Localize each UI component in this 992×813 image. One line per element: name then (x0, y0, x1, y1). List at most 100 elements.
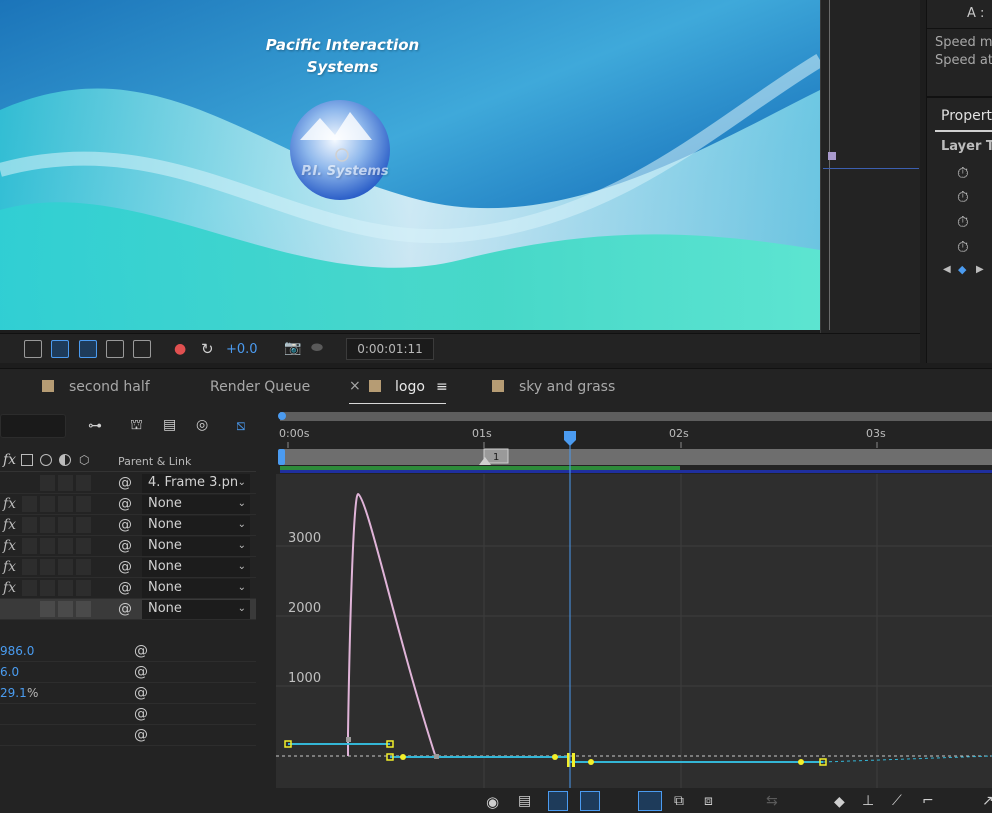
auto-bezier-icon[interactable]: ⌐ (922, 793, 934, 809)
switch-cell[interactable] (40, 496, 55, 512)
switch-cell[interactable] (76, 496, 91, 512)
property-row[interactable]: 986.0 @ (0, 641, 256, 662)
stopwatch-icon[interactable]: ⏱ (957, 213, 969, 231)
pick-whip-icon[interactable]: @ (134, 727, 148, 743)
show-transform-box-icon[interactable] (548, 791, 568, 811)
parent-select[interactable]: None ⌄ (142, 579, 250, 598)
fit-all-icon[interactable]: ⧈ (704, 793, 713, 809)
time-navigator-start-handle[interactable] (278, 412, 286, 420)
bezier-handle[interactable] (588, 759, 594, 765)
tab-menu-icon[interactable]: ≡ (436, 379, 448, 395)
graph-area[interactable] (276, 474, 992, 788)
switch-cell[interactable] (40, 517, 55, 533)
fx-column-icon[interactable]: fx (3, 452, 16, 468)
property-row[interactable]: 6.0 @ (0, 662, 256, 683)
layer-row-selected[interactable]: @ None ⌄ (0, 599, 256, 620)
switch-cell[interactable] (76, 580, 91, 596)
parent-select[interactable]: None ⌄ (142, 600, 250, 619)
switch-cell[interactable] (58, 538, 73, 554)
keyframe-diamond-icon[interactable]: ◆ (958, 263, 966, 276)
linear-keyframe-icon[interactable]: ⟋ (892, 793, 902, 809)
reset-exposure-icon[interactable]: ↻ (201, 340, 214, 358)
snap-icon[interactable] (580, 791, 600, 811)
switch-cell[interactable] (76, 559, 91, 575)
property-value[interactable]: 29.1 (0, 686, 27, 700)
motion-blur-icon[interactable]: ◎ (196, 417, 208, 433)
tab-sky-and-grass[interactable]: sky and grass (519, 379, 615, 395)
frame-blend-column-icon[interactable] (21, 454, 33, 466)
layer-transform-section[interactable]: Layer Tr (941, 139, 992, 154)
switch-cell[interactable] (58, 601, 73, 617)
bezier-handle[interactable] (552, 754, 558, 760)
time-navigator[interactable] (280, 412, 992, 421)
work-area-start-handle[interactable] (278, 449, 285, 465)
switch-cell[interactable] (22, 580, 37, 596)
property-row[interactable]: @ (0, 704, 256, 725)
pick-whip-icon[interactable]: @ (118, 601, 132, 617)
switch-cell[interactable] (22, 538, 37, 554)
graph-editor[interactable]: 0:00s 01s 02s 03s 1 3000 2000 1000 (276, 404, 992, 788)
stopwatch-icon[interactable]: ⏱ (957, 238, 969, 256)
layer-row[interactable]: fx @ None ⌄ (0, 578, 256, 599)
keyframe-handle[interactable] (572, 753, 575, 767)
property-row[interactable]: 29.1 % @ (0, 683, 256, 704)
pick-whip-icon[interactable]: @ (134, 664, 148, 680)
fx-icon[interactable]: fx (3, 580, 16, 596)
switch-cell[interactable] (40, 475, 55, 491)
composition-flowchart-icon[interactable]: ⊶ (88, 418, 102, 434)
stopwatch-icon[interactable]: ⏱ (957, 188, 969, 206)
graph-editor-icon[interactable]: ⧅ (236, 416, 246, 434)
parent-select[interactable]: None ⌄ (142, 495, 250, 514)
tab-close-icon[interactable]: × (349, 378, 361, 394)
prev-keyframe-icon[interactable]: ◀ (943, 264, 951, 275)
tab-logo[interactable]: logo (395, 379, 425, 395)
fx-icon[interactable]: fx (3, 538, 16, 554)
layer-row[interactable]: @ 4. Frame 3.pn ⌄ (0, 473, 256, 494)
fx-icon[interactable]: fx (3, 496, 16, 512)
eye-icon[interactable]: ◉ (486, 793, 499, 811)
layer-row[interactable]: fx @ None ⌄ (0, 536, 256, 557)
property-value[interactable]: 986.0 (0, 644, 34, 658)
switch-cell[interactable] (22, 559, 37, 575)
switch-cell[interactable] (40, 601, 55, 617)
preview-marker[interactable] (828, 152, 836, 160)
bezier-handle[interactable] (798, 759, 804, 765)
time-ruler[interactable] (287, 442, 878, 448)
edit-keyframe-icon[interactable]: ◆ (834, 794, 845, 810)
layer-row[interactable]: fx @ None ⌄ (0, 557, 256, 578)
tab-second-half[interactable]: second half (69, 379, 150, 395)
stopwatch-icon[interactable]: ⏱ (957, 164, 969, 182)
transparency-grid-icon[interactable] (51, 340, 69, 358)
pick-whip-icon[interactable]: @ (118, 580, 132, 596)
fit-selection-icon[interactable]: ⧉ (674, 793, 684, 809)
switch-cell[interactable] (76, 601, 91, 617)
layer-row[interactable]: fx @ None ⌄ (0, 515, 256, 536)
grid-guides-icon[interactable] (133, 340, 151, 358)
auto-zoom-height-icon[interactable] (638, 791, 662, 811)
composition-viewer[interactable]: Pacific Interaction Systems P.I. Systems (0, 0, 820, 330)
switch-cell[interactable] (58, 517, 73, 533)
parent-select[interactable]: None ⌄ (142, 558, 250, 577)
switch-cell[interactable] (22, 496, 37, 512)
speed-keyframe[interactable] (346, 737, 351, 742)
parent-select[interactable]: None ⌄ (142, 516, 250, 535)
pick-whip-icon[interactable]: @ (134, 643, 148, 659)
property-row[interactable]: @ (0, 725, 256, 746)
pick-whip-icon[interactable]: @ (118, 475, 132, 491)
fast-previews-icon[interactable] (24, 340, 42, 358)
show-snapshot-icon[interactable]: ⬬ (311, 340, 323, 356)
pick-whip-icon[interactable]: @ (118, 538, 132, 554)
motion-blur-column-icon[interactable] (40, 454, 52, 466)
layer-search-input[interactable] (0, 414, 66, 438)
switch-cell[interactable] (58, 559, 73, 575)
graph-editor-canvas[interactable]: 0:00s 01s 02s 03s 1 3000 2000 1000 (276, 404, 992, 788)
pick-whip-icon[interactable]: @ (118, 496, 132, 512)
region-of-interest-icon[interactable] (106, 340, 124, 358)
speed-keyframe[interactable] (434, 754, 439, 759)
easy-ease-icon[interactable]: ↗ (982, 793, 992, 809)
parent-select[interactable]: 4. Frame 3.pn ⌄ (142, 474, 250, 493)
current-time-indicator-head[interactable] (564, 431, 576, 446)
current-time-display[interactable]: 0:00:01:11 (346, 338, 434, 360)
pick-whip-icon[interactable]: @ (134, 706, 148, 722)
fx-icon[interactable]: fx (3, 517, 16, 533)
